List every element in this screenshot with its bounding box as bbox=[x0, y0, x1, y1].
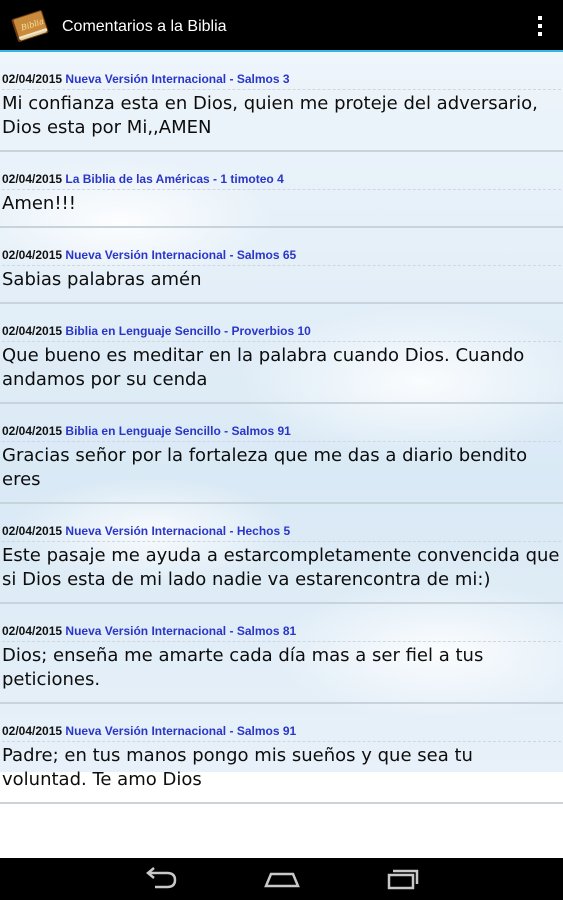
verse-reference-link[interactable]: Salmos 91 bbox=[231, 424, 290, 438]
comment-text: Amen!!! bbox=[2, 193, 76, 214]
comment-meta: 02/04/2015 Biblia en Lenguaje Sencillo -… bbox=[2, 404, 561, 442]
bible-book-icon[interactable]: Biblia bbox=[8, 5, 52, 47]
comment-text: Padre; en tus manos pongo mis sueños y q… bbox=[2, 745, 473, 790]
comment-date: 02/04/2015 bbox=[2, 624, 63, 638]
bible-version-link[interactable]: Nueva Versión Internacional bbox=[65, 524, 226, 538]
meta-separator: - bbox=[224, 424, 229, 438]
comment-date: 02/04/2015 bbox=[2, 524, 63, 538]
verse-reference-link[interactable]: Hechos 5 bbox=[237, 524, 290, 538]
comments-list[interactable]: 02/04/2015 Nueva Versión Internacional -… bbox=[0, 52, 563, 804]
comment-text: Mi confianza esta en Dios, quien me prot… bbox=[2, 93, 538, 138]
list-item[interactable]: 02/04/2015 La Biblia de las Américas - 1… bbox=[0, 152, 563, 228]
comment-date: 02/04/2015 bbox=[2, 72, 63, 86]
comment-date: 02/04/2015 bbox=[2, 248, 63, 262]
meta-separator: - bbox=[229, 72, 234, 86]
comments-content[interactable]: 02/04/2015 Nueva Versión Internacional -… bbox=[0, 52, 563, 858]
app-title: Comentarios a la Biblia bbox=[62, 18, 227, 35]
bible-version-link[interactable]: Nueva Versión Internacional bbox=[65, 248, 226, 262]
list-item[interactable]: 02/04/2015 Nueva Versión Internacional -… bbox=[0, 52, 563, 152]
recent-apps-icon[interactable] bbox=[383, 866, 423, 892]
comment-date: 02/04/2015 bbox=[2, 172, 63, 186]
list-item[interactable]: 02/04/2015 Nueva Versión Internacional -… bbox=[0, 504, 563, 604]
list-item[interactable]: 02/04/2015 Nueva Versión Internacional -… bbox=[0, 228, 563, 304]
verse-reference-link[interactable]: Proverbios 10 bbox=[231, 324, 310, 338]
comment-text: Sabias palabras amén bbox=[2, 269, 202, 290]
list-item[interactable]: 02/04/2015 Nueva Versión Internacional -… bbox=[0, 604, 563, 704]
bible-version-link[interactable]: Biblia en Lenguaje Sencillo bbox=[65, 424, 220, 438]
meta-separator: - bbox=[213, 172, 218, 186]
comment-date: 02/04/2015 bbox=[2, 724, 63, 738]
verse-reference-link[interactable]: Salmos 81 bbox=[237, 624, 296, 638]
verse-reference-link[interactable]: Salmos 3 bbox=[237, 72, 290, 86]
comment-meta: 02/04/2015 Nueva Versión Internacional -… bbox=[2, 52, 561, 90]
comment-date: 02/04/2015 bbox=[2, 424, 63, 438]
bible-version-link[interactable]: Nueva Versión Internacional bbox=[65, 724, 226, 738]
back-icon[interactable] bbox=[141, 866, 181, 892]
overflow-menu-icon[interactable] bbox=[534, 16, 546, 38]
meta-separator: - bbox=[229, 524, 234, 538]
comment-date: 02/04/2015 bbox=[2, 324, 63, 338]
comment-text: Este pasaje me ayuda a estarcompletament… bbox=[2, 545, 560, 590]
system-navigation-bar bbox=[0, 858, 563, 900]
verse-reference-link[interactable]: 1 timoteo 4 bbox=[220, 172, 283, 186]
list-item[interactable]: 02/04/2015 Biblia en Lenguaje Sencillo -… bbox=[0, 404, 563, 504]
verse-reference-link[interactable]: Salmos 91 bbox=[237, 724, 296, 738]
comment-text: Gracias señor por la fortaleza que me da… bbox=[2, 445, 528, 490]
list-item[interactable]: 02/04/2015 Biblia en Lenguaje Sencillo -… bbox=[0, 304, 563, 404]
bible-version-link[interactable]: Nueva Versión Internacional bbox=[65, 72, 226, 86]
list-item[interactable]: 02/04/2015 Nueva Versión Internacional -… bbox=[0, 704, 563, 804]
bible-version-link[interactable]: Nueva Versión Internacional bbox=[65, 624, 226, 638]
meta-separator: - bbox=[229, 624, 234, 638]
comment-meta: 02/04/2015 Nueva Versión Internacional -… bbox=[2, 604, 561, 642]
bible-version-link[interactable]: La Biblia de las Américas bbox=[65, 172, 209, 186]
comment-meta: 02/04/2015 Nueva Versión Internacional -… bbox=[2, 228, 561, 266]
meta-separator: - bbox=[229, 724, 234, 738]
bible-version-link[interactable]: Biblia en Lenguaje Sencillo bbox=[65, 324, 220, 338]
comment-meta: 02/04/2015 Biblia en Lenguaje Sencillo -… bbox=[2, 304, 561, 342]
comment-text: Dios; enseña me amarte cada día mas a se… bbox=[2, 645, 484, 690]
comment-meta: 02/04/2015 Nueva Versión Internacional -… bbox=[2, 504, 561, 542]
action-bar: Biblia Comentarios a la Biblia bbox=[0, 0, 563, 52]
meta-separator: - bbox=[224, 324, 229, 338]
verse-reference-link[interactable]: Salmos 65 bbox=[237, 248, 296, 262]
home-icon[interactable] bbox=[262, 866, 302, 892]
comment-meta: 02/04/2015 Nueva Versión Internacional -… bbox=[2, 704, 561, 742]
meta-separator: - bbox=[229, 248, 234, 262]
comment-text: Que bueno es meditar en la palabra cuand… bbox=[2, 345, 525, 390]
comment-meta: 02/04/2015 La Biblia de las Américas - 1… bbox=[2, 152, 561, 190]
